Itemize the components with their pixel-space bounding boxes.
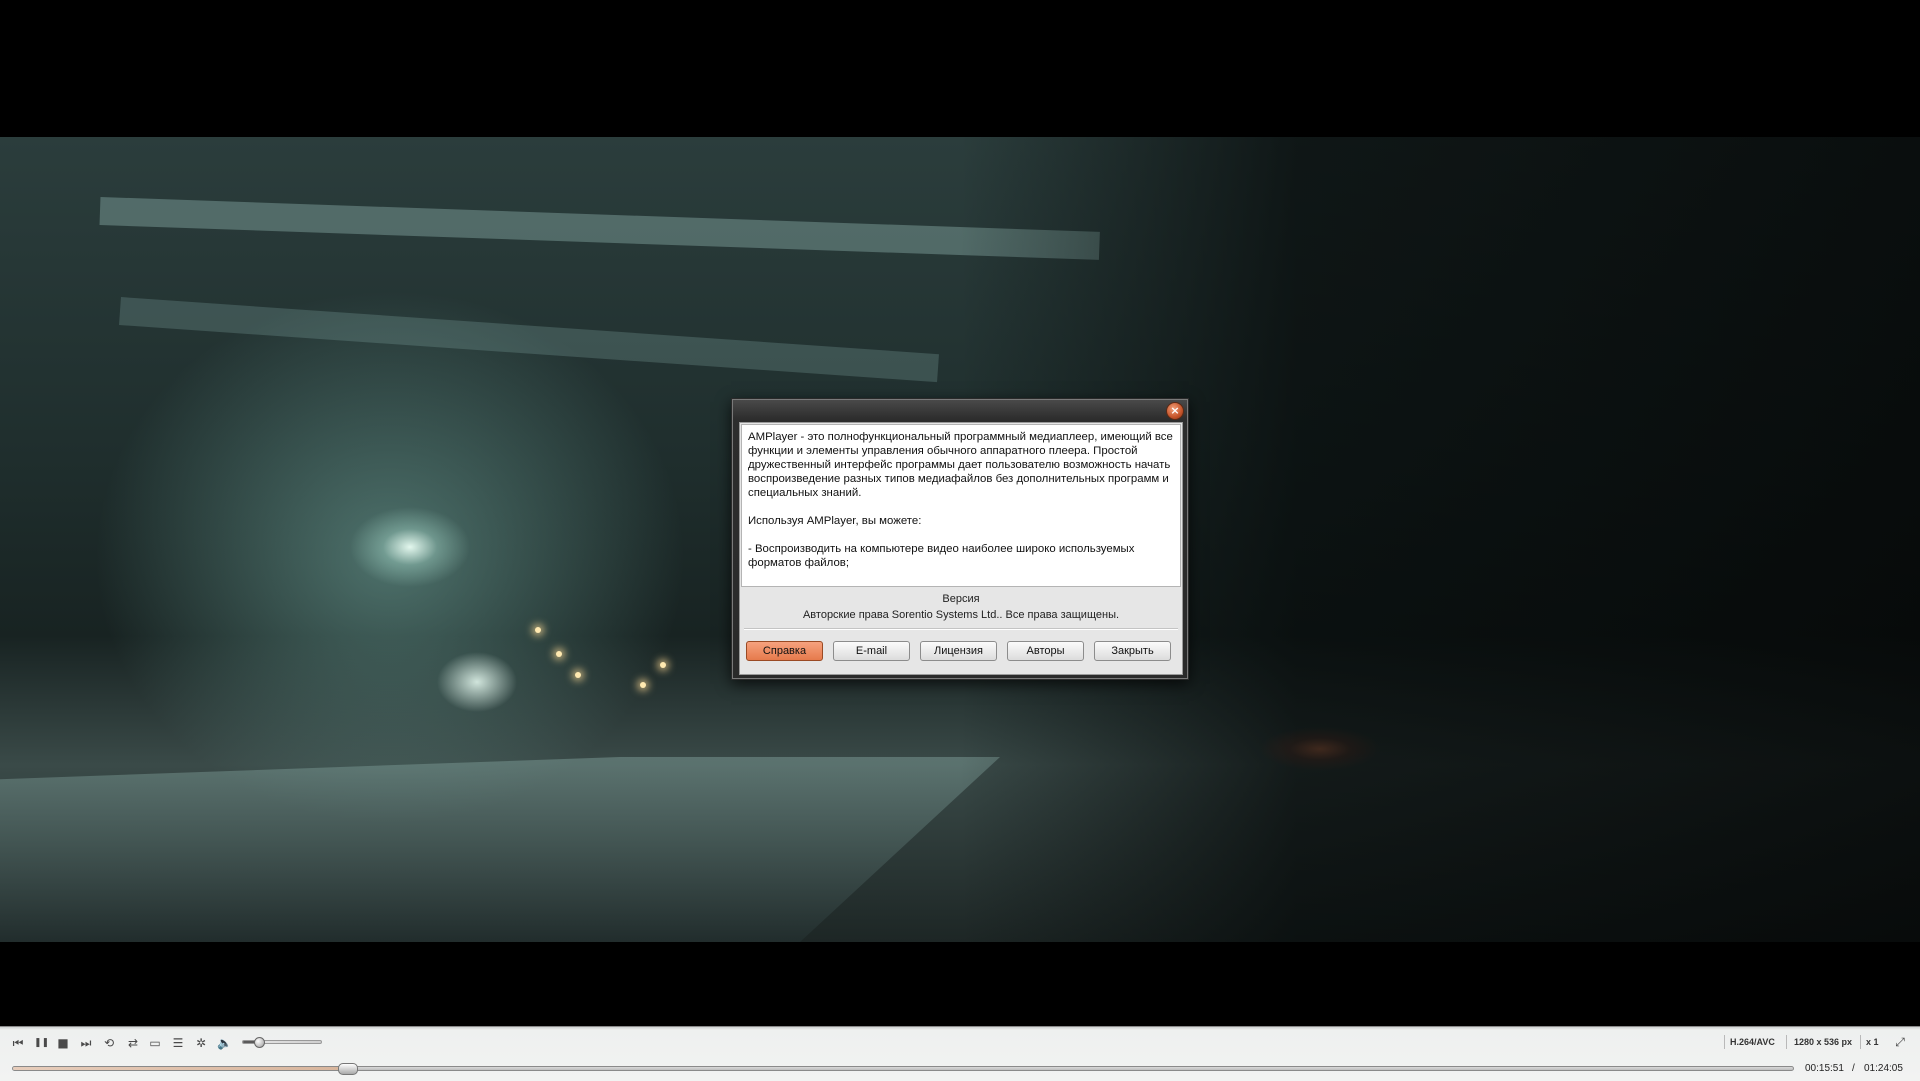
video-lamp [535,627,541,633]
settings-icon[interactable]: ✲ [194,1036,208,1050]
volume-knob[interactable] [253,1037,265,1048]
time-total: 01:24:05 [1864,1063,1903,1074]
about-dialog: × AMPlayer - это полнофункциональный про… [731,398,1189,680]
version-label: Версия [942,593,980,605]
help-button[interactable]: Справка [746,641,823,661]
video-lamp [556,651,562,657]
previous-icon[interactable]: ⏮ [11,1036,25,1050]
description-paragraph: Используя AMPlayer, вы можете: [748,515,922,527]
divider [1860,1035,1861,1049]
resolution-label: 1280 x 536 px [1794,1037,1853,1047]
authors-button[interactable]: Авторы [1007,641,1084,661]
dialog-body: AMPlayer - это полнофункциональный прогр… [739,422,1183,675]
divider [744,628,1178,630]
control-bar: ⏮ ❚❚ ■ ⏭ ⟲ ⇄ ▭ ☰ ✲ 🔈 H.264/AVC 1280 x 53… [0,1026,1920,1081]
volume-icon[interactable]: 🔈 [217,1036,232,1050]
divider [1786,1035,1787,1049]
seek-bar[interactable] [12,1063,1794,1075]
description-textbox[interactable]: AMPlayer - это полнофункциональный прогр… [741,424,1181,587]
volume-slider[interactable] [242,1037,322,1048]
screenshot-icon[interactable]: ▭ [148,1036,162,1050]
time-current: 00:15:51 [1805,1063,1844,1074]
time-separator: / [1852,1063,1855,1074]
speed-label[interactable]: x 1 [1866,1037,1879,1047]
video-lamp [640,682,646,688]
fullscreen-icon[interactable]: ⤢ [1893,1035,1907,1049]
playlist-icon[interactable]: ☰ [171,1036,185,1050]
video-road [0,757,1000,942]
repeat-icon[interactable]: ⟲ [102,1036,116,1050]
codec-label: H.264/AVC [1730,1037,1775,1047]
seek-knob[interactable] [337,1063,358,1075]
video-lamp [660,662,666,668]
email-button[interactable]: E-mail [833,641,910,661]
pause-icon[interactable]: ❚❚ [34,1036,49,1050]
video-beam [99,197,1100,260]
divider [1724,1035,1725,1049]
video-lamp [575,672,581,678]
shuffle-icon[interactable]: ⇄ [126,1036,140,1050]
description-paragraph: - Воспроизводить на компьютере видео наи… [748,543,1135,569]
next-icon[interactable]: ⏭ [79,1036,93,1050]
license-button[interactable]: Лицензия [920,641,997,661]
description-paragraph: AMPlayer - это полнофункциональный прогр… [748,431,1173,499]
close-button[interactable]: Закрыть [1094,641,1171,661]
copyright-text: Авторские права Sorentio Systems Ltd.. В… [802,609,1120,621]
video-beam [119,297,939,383]
close-icon[interactable]: × [1166,402,1184,420]
stop-icon[interactable]: ■ [56,1036,70,1050]
seek-progress [13,1067,347,1070]
